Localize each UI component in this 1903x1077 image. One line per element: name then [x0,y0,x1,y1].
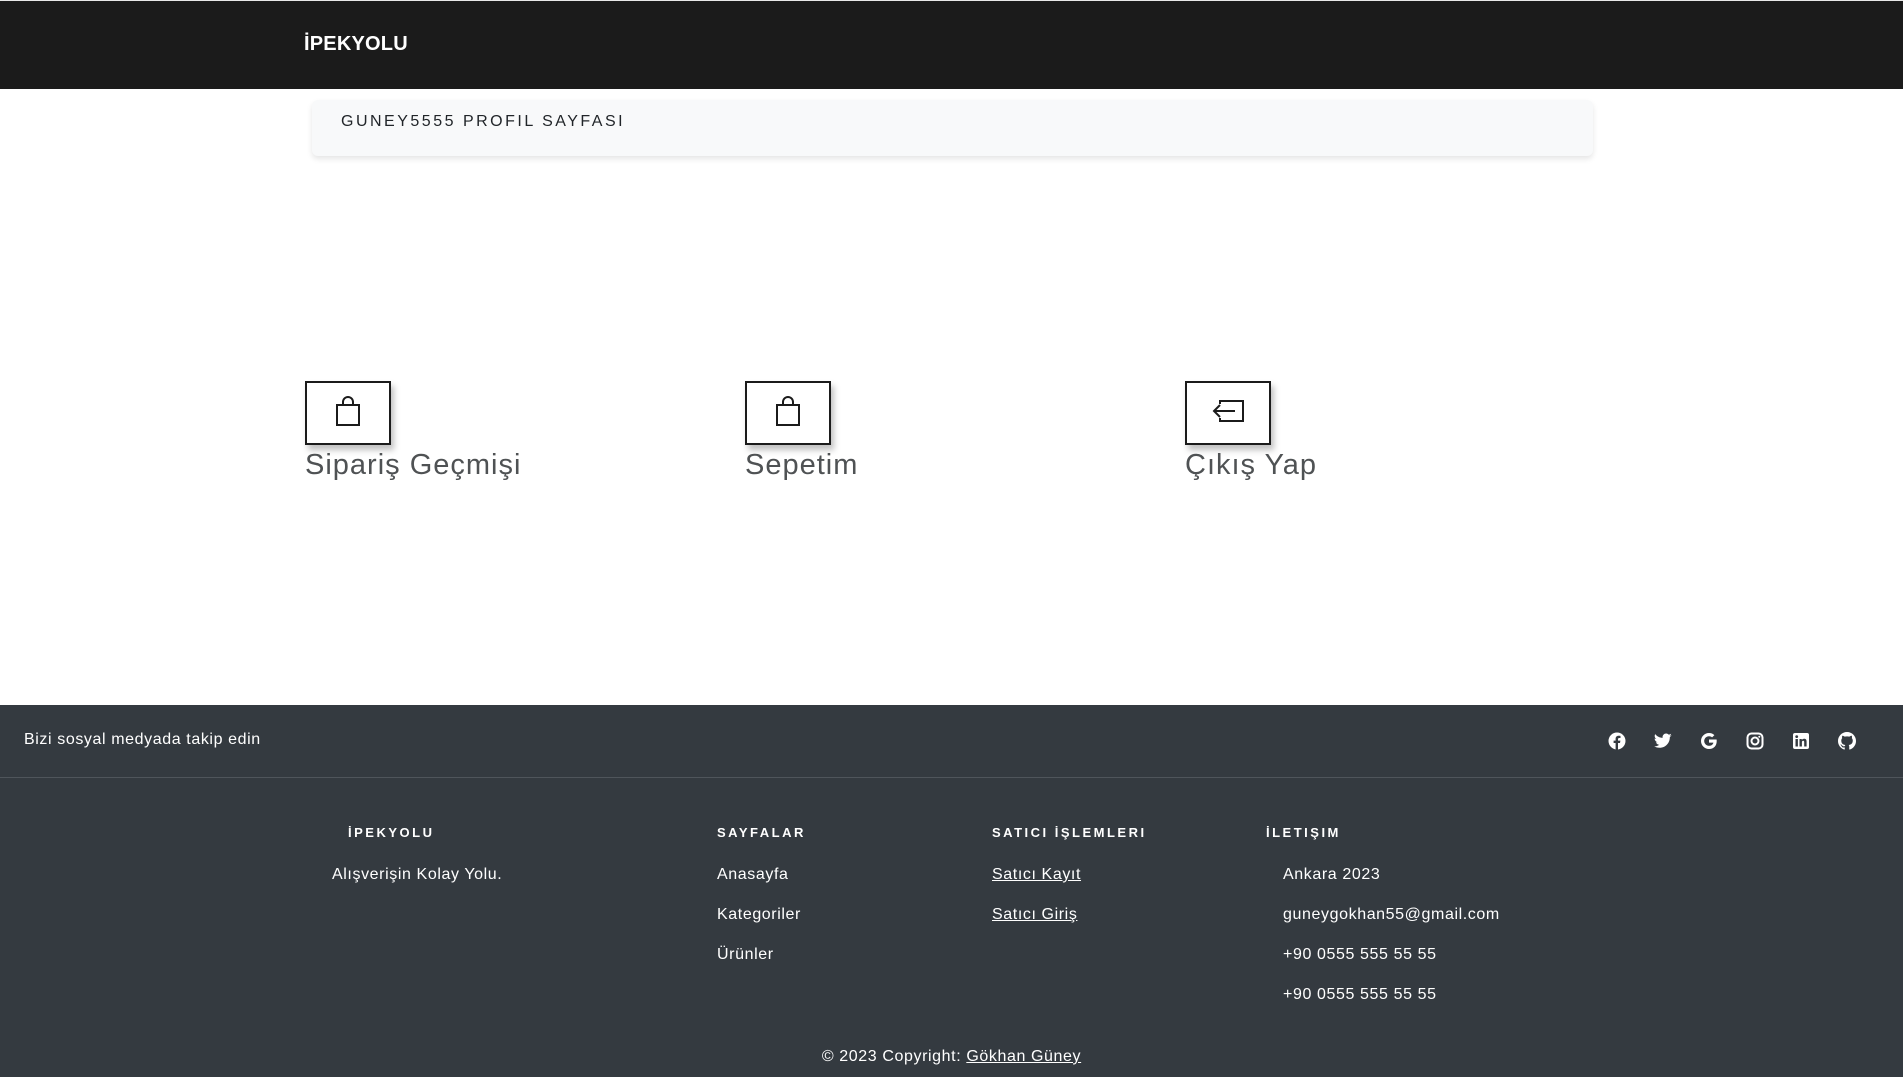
footer-contact-address: Ankara 2023 [1283,866,1381,883]
shopping-bag-icon [333,395,363,431]
footer-link-categories[interactable]: Kategoriler [717,906,801,924]
copyright-author-link[interactable]: Gökhan Güney [966,1048,1081,1065]
copyright: © 2023 Copyright: Gökhan Güney [0,1048,1903,1066]
order-history-button[interactable] [305,381,391,445]
cart-tile[interactable]: Sepetim [745,381,1075,491]
twitter-icon[interactable] [1653,731,1673,751]
logout-tile[interactable]: Çıkış Yap [1185,381,1515,491]
copyright-text: © 2023 Copyright: [821,1048,962,1065]
footer-contact-phone-2: +90 0555 555 55 55 [1283,986,1437,1003]
navbar: İPEKYOLU [0,0,1903,89]
footer-pages-heading: SAYFALAR [717,825,806,840]
footer-contact-phone: +90 0555 555 55 55 [1283,946,1437,963]
logout-button[interactable] [1185,381,1271,445]
profile-header-card: GUNEY5555 PROFIL SAYFASI [312,100,1593,156]
cart-button[interactable] [745,381,831,445]
footer-contact-email: guneygokhan55@gmail.com [1283,906,1500,923]
social-media-bar: Bizi sosyal medyada takip edin [0,705,1903,778]
footer: İPEKYOLU Alışverişin Kolay Yolu. SAYFALA… [0,778,1903,1077]
footer-link-seller-register[interactable]: Satıcı Kayıt [992,866,1081,884]
order-history-tile[interactable]: Sipariş Geçmişi [305,381,635,491]
footer-brand-heading: İPEKYOLU [348,825,435,840]
linkedin-icon[interactable] [1791,731,1811,751]
github-icon[interactable] [1837,731,1857,751]
shopping-bag-icon [773,395,803,431]
page-title: GUNEY5555 PROFIL SAYFASI [341,113,626,130]
footer-link-seller-login[interactable]: Satıcı Giriş [992,906,1077,924]
google-icon[interactable] [1699,731,1719,751]
instagram-icon[interactable] [1745,731,1765,751]
brand-logo-link[interactable]: İPEKYOLU [304,33,408,56]
footer-tagline: Alışverişin Kolay Yolu. [332,866,503,883]
social-follow-text: Bizi sosyal medyada takip edin [24,731,261,748]
logout-icon [1210,398,1246,428]
logout-label[interactable]: Çıkış Yap [1185,449,1317,482]
footer-link-products[interactable]: Ürünler [717,946,774,964]
footer-link-home[interactable]: Anasayfa [717,866,789,884]
cart-label[interactable]: Sepetim [745,449,858,482]
order-history-label[interactable]: Sipariş Geçmişi [305,449,521,482]
footer-contact-heading: İLETIŞIM [1266,825,1341,840]
facebook-icon[interactable] [1607,731,1627,751]
footer-seller-heading: SATICI İŞLEMLERI [992,825,1147,840]
